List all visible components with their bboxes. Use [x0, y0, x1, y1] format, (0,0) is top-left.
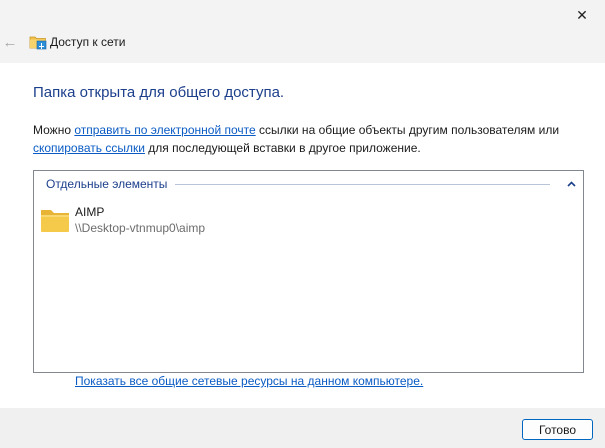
item-name: AIMP — [75, 205, 105, 219]
collapse-group-button[interactable] — [564, 177, 578, 191]
group-title: Отдельные элементы — [46, 177, 168, 191]
group-header: Отдельные элементы — [34, 171, 583, 197]
back-button[interactable]: ← — [1, 33, 19, 51]
desc-suffix: для последующей вставки в другое приложе… — [144, 141, 421, 155]
close-button[interactable]: ✕ — [559, 0, 605, 31]
show-all-shares-link[interactable]: Показать все общие сетевые ресурсы на да… — [75, 374, 423, 388]
chevron-up-icon — [566, 181, 576, 187]
back-arrow-icon: ← — [2, 33, 18, 51]
email-link[interactable]: отправить по электронной почте — [74, 123, 255, 137]
page-heading: Папка открыта для общего доступа. — [33, 84, 285, 101]
network-folder-icon — [29, 36, 47, 50]
done-button[interactable]: Готово — [522, 419, 593, 440]
shared-items-list[interactable]: Отдельные элементы AIMP \\Desktop-vtnmup… — [33, 170, 584, 373]
list-item[interactable]: AIMP \\Desktop-vtnmup0\aimp — [40, 205, 205, 236]
item-text: AIMP \\Desktop-vtnmup0\aimp — [75, 205, 205, 236]
close-icon: ✕ — [576, 7, 588, 23]
window-title: Доступ к сети — [50, 35, 126, 49]
title-bar: ✕ ← Доступ к сети — [0, 0, 605, 63]
group-divider — [175, 183, 550, 185]
item-path: \\Desktop-vtnmup0\aimp — [75, 221, 206, 235]
footer-bar: Готово — [0, 408, 605, 448]
description: Можно отправить по электронной почте ссы… — [33, 121, 583, 157]
folder-icon — [41, 210, 69, 232]
copy-links-link[interactable]: скопировать ссылки — [33, 141, 145, 155]
nav-row: ← Доступ к сети — [0, 28, 605, 56]
desc-prefix: Можно — [33, 123, 75, 137]
desc-middle: ссылки на общие объекты другим пользоват… — [255, 123, 560, 137]
